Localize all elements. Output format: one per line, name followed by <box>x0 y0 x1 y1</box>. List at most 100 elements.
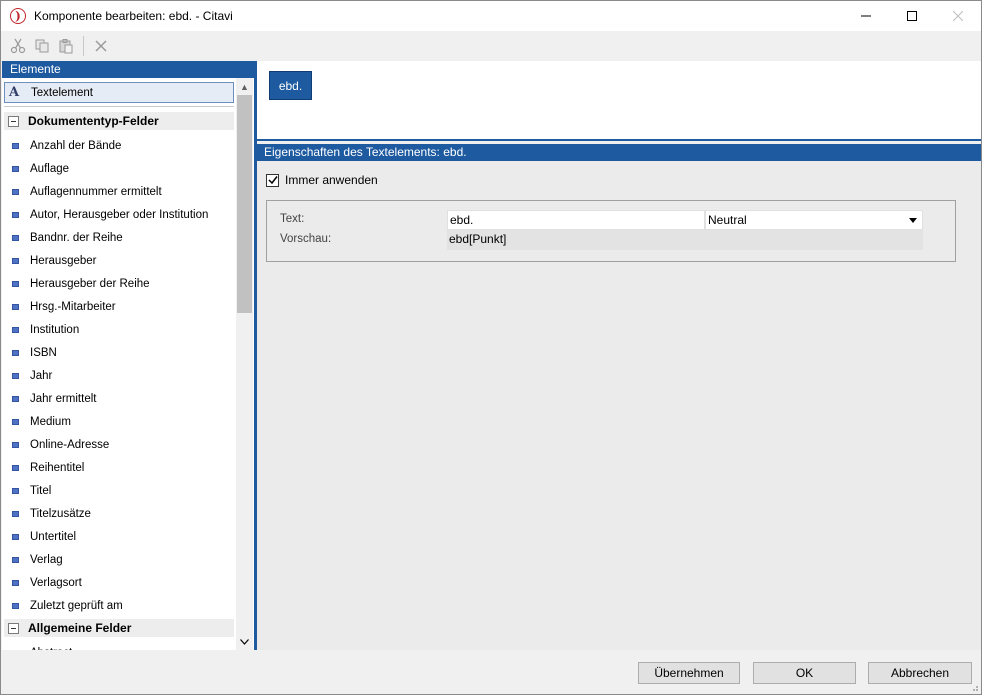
field-label: Hrsg.-Mitarbeiter <box>30 300 116 313</box>
delete-button[interactable] <box>89 34 113 58</box>
dropdown-arrow-icon <box>909 218 917 223</box>
field-list-item[interactable]: Anzahl der Bände <box>2 134 234 157</box>
checkmark-icon <box>267 176 278 185</box>
resize-grip-icon[interactable] <box>969 682 979 692</box>
field-list-item[interactable]: Auflagennummer ermittelt <box>2 180 234 203</box>
field-list-item[interactable]: Herausgeber <box>2 249 234 272</box>
field-icon <box>12 418 19 425</box>
text-label: Text: <box>280 213 305 225</box>
maximize-icon <box>907 11 917 21</box>
preview-label: Vorschau: <box>280 233 332 245</box>
scroll-down-arrow-icon[interactable] <box>236 633 253 650</box>
cut-button[interactable] <box>6 34 30 58</box>
cancel-button[interactable]: Abbrechen <box>868 662 972 684</box>
elements-header: Elemente <box>2 61 254 78</box>
close-button[interactable] <box>935 1 981 31</box>
paste-button[interactable] <box>54 34 78 58</box>
field-label: Anzahl der Bände <box>30 139 122 152</box>
field-list-item[interactable]: Titelzusätze <box>2 502 234 525</box>
scrollbar-thumb[interactable] <box>237 95 252 313</box>
field-icon <box>12 487 19 494</box>
always-apply-row[interactable]: Immer anwenden <box>266 173 378 187</box>
citavi-app-icon: ) <box>10 8 26 24</box>
collapse-icon[interactable] <box>8 115 19 127</box>
field-label: Medium <box>30 415 71 428</box>
field-list-item[interactable]: Institution <box>2 318 234 341</box>
field-list-item[interactable]: Medium <box>2 410 234 433</box>
close-icon <box>953 11 963 21</box>
delete-icon <box>95 40 107 52</box>
minimize-button[interactable] <box>843 1 889 31</box>
field-list-item[interactable]: Reihentitel <box>2 456 234 479</box>
field-icon <box>12 510 19 517</box>
field-list-item[interactable]: Online-Adresse <box>2 433 234 456</box>
field-label: Online-Adresse <box>30 438 110 451</box>
properties-header: Eigenschaften des Textelements: ebd. <box>257 139 981 161</box>
field-list-item[interactable]: Auflage <box>2 157 234 180</box>
field-label: Herausgeber <box>30 254 97 267</box>
ok-button[interactable]: OK <box>753 662 856 684</box>
text-properties-group: Text: ebd. Neutral Vorschau: ebd[Punkt] <box>266 200 956 262</box>
group-header-label: Allgemeine Felder <box>28 621 132 635</box>
elements-list[interactable]: A Textelement Dokumententyp-Felder Anzahl… <box>2 78 236 650</box>
field-icon <box>12 579 19 586</box>
group-header[interactable]: Dokumententyp-Felder <box>4 112 234 130</box>
collapse-icon[interactable] <box>8 622 19 634</box>
group-header[interactable]: Allgemeine Felder <box>4 619 234 637</box>
dialog-window: ) Komponente bearbeiten: ebd. - Citavi E… <box>0 0 982 695</box>
field-label: Autor, Herausgeber oder Institution <box>30 208 209 221</box>
toolbar-separator <box>83 36 84 56</box>
properties-header-line <box>257 139 981 141</box>
field-list-item[interactable]: Herausgeber der Reihe <box>2 272 234 295</box>
title-bar: ) Komponente bearbeiten: ebd. - Citavi <box>1 1 981 31</box>
style-dropdown[interactable]: Neutral <box>705 210 923 230</box>
style-dropdown-value: Neutral <box>708 213 747 227</box>
copy-icon <box>35 39 49 53</box>
field-icon <box>12 303 19 310</box>
field-label: Auflagennummer ermittelt <box>30 185 162 198</box>
text-element-item[interactable]: A Textelement <box>4 82 234 103</box>
text-input[interactable]: ebd. <box>447 210 705 230</box>
always-apply-label: Immer anwenden <box>285 173 378 187</box>
field-icon <box>12 602 19 609</box>
field-icon <box>12 234 19 241</box>
field-icon <box>12 257 19 264</box>
text-element-label: Textelement <box>31 86 94 99</box>
field-label: Reihentitel <box>30 461 85 474</box>
field-label: Bandnr. der Reihe <box>30 231 123 244</box>
component-element-chip[interactable]: ebd. <box>269 71 312 100</box>
field-list-item[interactable]: Zuletzt geprüft am <box>2 594 234 617</box>
elements-scrollbar[interactable]: ▲ <box>236 78 253 650</box>
field-list-item[interactable]: Hrsg.-Mitarbeiter <box>2 295 234 318</box>
field-icon <box>12 395 19 402</box>
field-list-item[interactable]: Untertitel <box>2 525 234 548</box>
field-list-item[interactable]: Jahr <box>2 364 234 387</box>
dialog-button-bar: Übernehmen OK Abbrechen <box>1 651 981 694</box>
maximize-button[interactable] <box>889 1 935 31</box>
field-list-item[interactable]: Verlagsort <box>2 571 234 594</box>
field-list-item[interactable]: Abstract <box>2 641 234 650</box>
always-apply-checkbox[interactable] <box>266 173 279 187</box>
field-list-item[interactable]: Jahr ermittelt <box>2 387 234 410</box>
field-icon <box>12 556 19 563</box>
field-label: Verlagsort <box>30 576 82 589</box>
window-controls <box>843 1 981 31</box>
field-list-item[interactable]: Titel <box>2 479 234 502</box>
field-list-item[interactable]: Autor, Herausgeber oder Institution <box>2 203 234 226</box>
copy-button[interactable] <box>30 34 54 58</box>
field-label: Zuletzt geprüft am <box>30 599 123 612</box>
field-icon <box>12 165 19 172</box>
preview-value: ebd[Punkt] <box>447 230 923 250</box>
field-list-item[interactable]: ISBN <box>2 341 234 364</box>
toolbar <box>1 32 981 60</box>
apply-button[interactable]: Übernehmen <box>638 662 740 684</box>
field-list-item[interactable]: Bandnr. der Reihe <box>2 226 234 249</box>
field-icon <box>12 280 19 287</box>
paste-icon <box>59 39 73 54</box>
field-icon <box>12 649 19 650</box>
field-label: Auflage <box>30 162 70 175</box>
field-list-item[interactable]: Verlag <box>2 548 234 571</box>
scroll-up-arrow-icon[interactable]: ▲ <box>236 78 253 95</box>
field-label: Herausgeber der Reihe <box>30 277 150 290</box>
field-icon <box>12 441 19 448</box>
